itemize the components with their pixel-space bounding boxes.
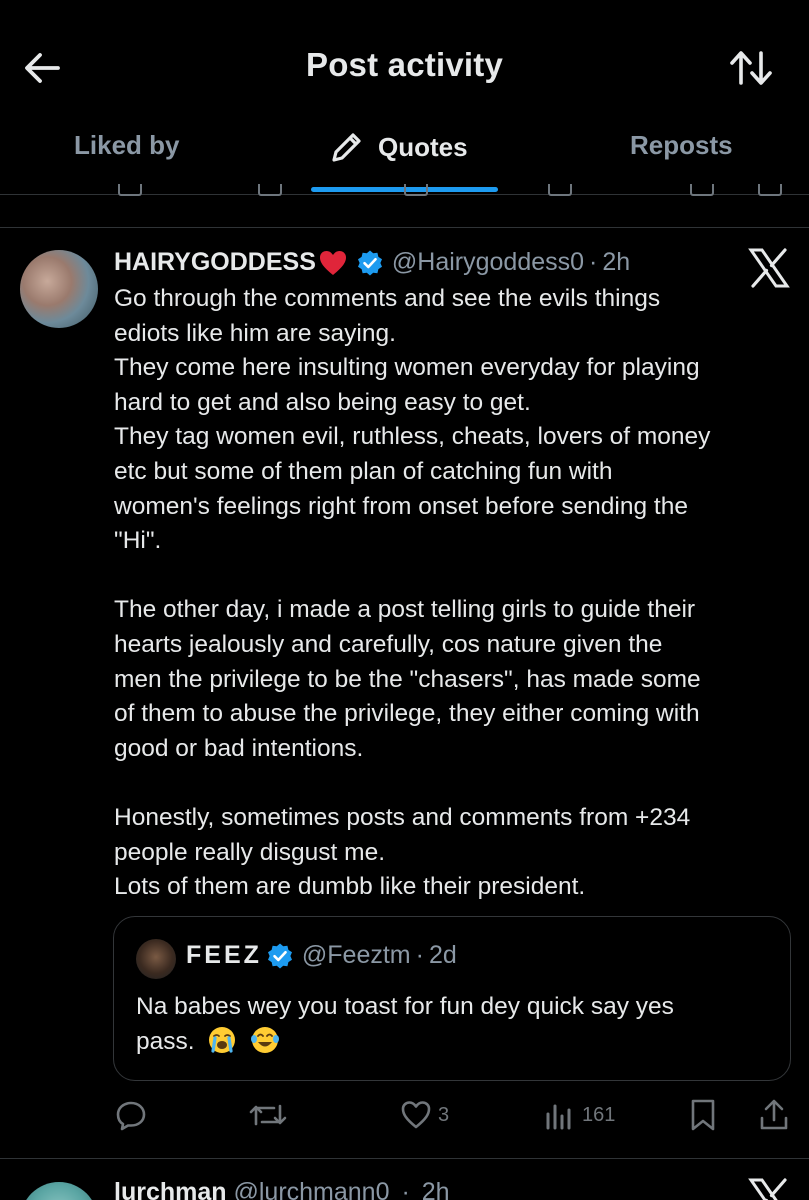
text-line: pass. — [136, 1027, 195, 1055]
tab-reposts[interactable]: Reposts — [630, 130, 733, 161]
text-line: hearts jealously and carefully, cos natu… — [114, 630, 663, 658]
quoted-display-name: FEEZ — [186, 941, 262, 969]
views-icon — [548, 184, 572, 196]
pencil-icon — [332, 133, 361, 162]
paragraph-3: Honestly, sometimes posts and comments f… — [114, 801, 794, 905]
text-line: people really disgust me. — [114, 838, 386, 866]
quoted-handle: @Feeztm — [301, 941, 411, 969]
verified-badge-icon — [357, 250, 382, 275]
handle[interactable]: @lurchmann0 — [233, 1178, 389, 1200]
post-actions: 3 161 — [0, 1095, 809, 1135]
text-line: Honestly, sometimes posts and comments f… — [114, 803, 691, 831]
avatar[interactable] — [20, 1182, 98, 1200]
separator-dot: · — [415, 941, 424, 969]
x-logo-icon[interactable] — [748, 1178, 790, 1200]
post-header: HAIRYGODDESS @Hairygoddess0 · 2h — [114, 248, 630, 277]
text-line: etc but some of them plan of catching fu… — [114, 457, 613, 485]
tab-liked-by[interactable]: Liked by — [74, 130, 179, 161]
post-text: Go through the comments and see the evil… — [114, 282, 794, 905]
next-post[interactable]: lurchman @lurchmann0 · 2h — [0, 1158, 809, 1200]
reply-icon — [118, 184, 142, 196]
timestamp[interactable]: 2h — [422, 1178, 450, 1200]
page-title: Post activity — [305, 46, 503, 83]
text-line: Go through the comments and see the evil… — [114, 285, 661, 312]
previous-post-actions — [0, 176, 809, 200]
text-line: ediots like him are saying. — [114, 319, 396, 347]
text-line: hard to get and also being easy to get. — [114, 388, 531, 416]
text-line: women's feelings right from onset before… — [114, 492, 688, 520]
tab-quotes-label: Quotes — [378, 131, 468, 162]
quoted-timestamp: 2d — [428, 941, 457, 969]
like-icon — [404, 184, 428, 196]
sort-button[interactable] — [728, 48, 774, 88]
quoted-post-header: FEEZ @Feeztm · 2d — [186, 941, 457, 970]
repost-icon — [249, 1104, 287, 1126]
text-line: They tag women evil, ruthless, cheats, l… — [114, 423, 711, 451]
face-with-tears-of-joy-emoji-icon — [251, 1026, 280, 1053]
paragraph-1: Go through the comments and see the evil… — [114, 282, 794, 559]
views-chart-icon — [546, 1104, 571, 1130]
timestamp[interactable]: 2h — [602, 248, 630, 277]
sort-arrows-icon — [730, 51, 772, 85]
like-count: 3 — [438, 1103, 450, 1126]
repost-icon — [258, 184, 282, 196]
text-line: The other day, i made a post telling gir… — [114, 596, 696, 624]
loudly-crying-face-emoji-icon — [209, 1026, 236, 1053]
top-bar: Post activity Liked by Quotes Reposts — [0, 0, 809, 195]
text-line: They come here insulting women everyday … — [114, 354, 700, 382]
quoted-post-card[interactable]: FEEZ @Feeztm · 2d Na babes wey you toast… — [113, 916, 791, 1081]
share-icon — [758, 184, 782, 196]
reply-icon — [116, 1101, 146, 1131]
text-line: Na babes wey you toast for fun dey quick… — [136, 993, 674, 1020]
tab-quotes[interactable]: Quotes — [330, 130, 468, 164]
share-icon — [760, 1099, 788, 1130]
view-count: 161 — [582, 1103, 616, 1126]
avatar[interactable] — [20, 250, 98, 328]
red-heart-emoji-icon — [319, 250, 346, 275]
display-name[interactable]: HAIRYGODDESS — [114, 248, 316, 277]
separator-dot: · — [401, 1178, 410, 1200]
repost-button[interactable] — [248, 1095, 288, 1135]
bookmark-button[interactable] — [688, 1095, 718, 1135]
bookmark-icon — [691, 1099, 715, 1131]
text-line: Lots of them are dumbb like their presid… — [114, 873, 586, 901]
like-button[interactable]: 3 — [400, 1095, 449, 1135]
text-line: "Hi". — [114, 527, 162, 555]
share-button[interactable] — [758, 1095, 790, 1135]
views-button[interactable]: 161 — [544, 1095, 615, 1135]
quoted-post-text: Na babes wey you toast for fun dey quick… — [136, 990, 766, 1059]
separator-dot: · — [589, 248, 598, 276]
reply-button[interactable] — [114, 1095, 148, 1135]
text-line: of them to abuse the privilege, they eit… — [114, 700, 700, 728]
quoted-avatar — [136, 939, 176, 979]
handle[interactable]: @Hairygoddess0 — [392, 248, 584, 277]
text-line: good or bad intentions. — [114, 734, 364, 762]
bookmark-icon — [690, 184, 714, 196]
quote-post[interactable]: HAIRYGODDESS @Hairygoddess0 · 2h Go thro… — [0, 228, 809, 1158]
verified-badge-icon — [267, 943, 292, 968]
post-header: lurchman @lurchmann0 · 2h — [114, 1178, 450, 1200]
text-line: men the privilege to be the "chasers", h… — [114, 665, 701, 693]
display-name[interactable]: lurchman — [114, 1178, 227, 1200]
paragraph-2: The other day, i made a post telling gir… — [114, 593, 794, 766]
heart-outline-icon — [401, 1101, 431, 1129]
